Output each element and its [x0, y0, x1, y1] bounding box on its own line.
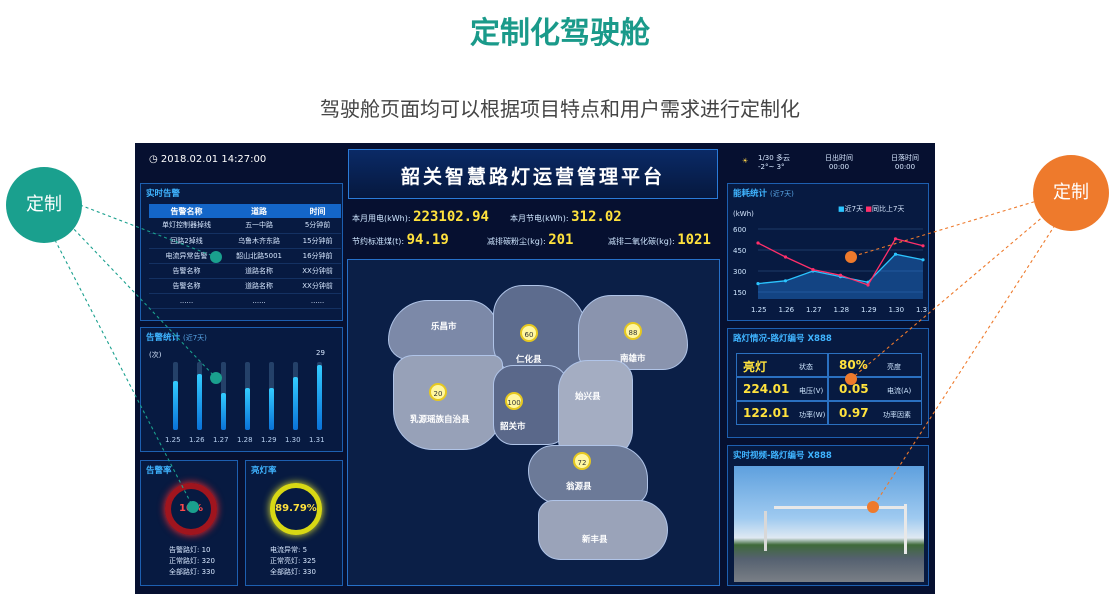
annotation-dot — [210, 251, 222, 263]
customize-bubble-left: 定制 — [6, 167, 82, 243]
annotation-dot — [867, 501, 879, 513]
annotation-lines — [54, 199, 1056, 508]
annotation-dot — [845, 251, 857, 263]
annotation-dot — [210, 372, 222, 384]
annotation-dot — [845, 373, 857, 385]
annotation-dot — [187, 501, 199, 513]
customize-bubble-right: 定制 — [1033, 155, 1109, 231]
